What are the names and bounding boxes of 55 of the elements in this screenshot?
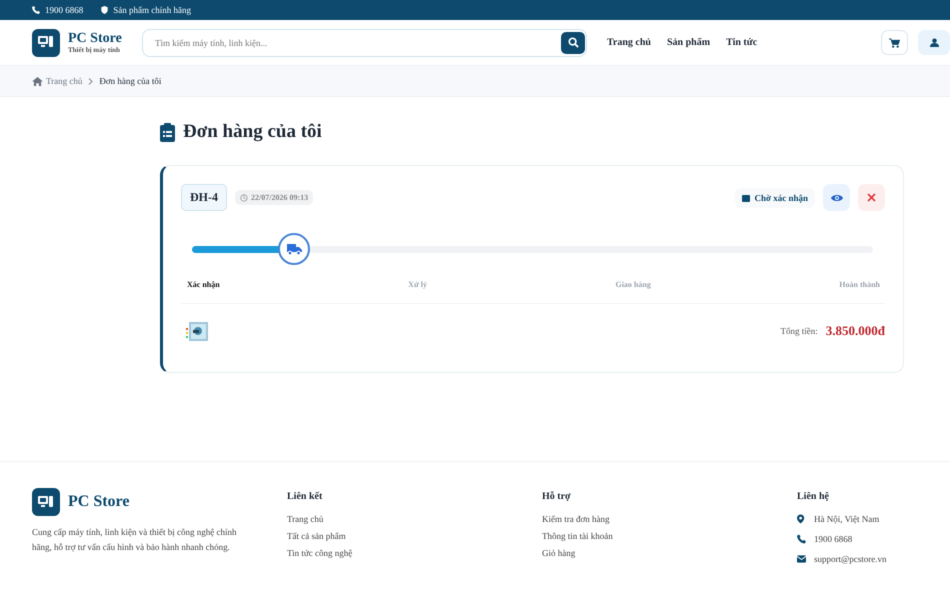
shield-icon: [101, 6, 108, 14]
page-title: Đơn hàng của tôi: [183, 121, 322, 143]
cart-icon: [889, 38, 900, 48]
footer-link[interactable]: Tin tức công nghệ: [287, 548, 542, 558]
phone-icon: [32, 6, 40, 14]
search-icon: [568, 37, 578, 48]
phone-icon: [797, 534, 806, 544]
envelope-icon: [797, 554, 806, 564]
pin-icon: [797, 514, 806, 524]
eye-icon: [830, 194, 842, 202]
contact-text: support@pcstore.vn: [814, 554, 887, 564]
brand-name: PC Store: [68, 493, 130, 511]
nav-link[interactable]: Sản phẩm: [667, 37, 710, 48]
chevron-icon: [88, 78, 94, 84]
status-badge: Chờ xác nhận: [734, 188, 815, 208]
breadcrumb-link[interactable]: Trang chủ: [32, 76, 82, 86]
footer-link[interactable]: Trang chủ: [287, 514, 542, 524]
about-text: Cung cấp máy tính, linh kiện và thiết bị công nghệ chính hãng, hỗ trợ tư vấn cấu hình và bảo hành nhanh chóng.: [32, 526, 238, 554]
cart-button[interactable]: [881, 30, 908, 55]
brand-name[interactable]: PC Store: [68, 31, 122, 46]
total-amount: 3.850.000đ: [826, 322, 885, 338]
clock-icon: [240, 194, 248, 202]
step-label: Xử lý: [408, 280, 427, 289]
close-icon: [867, 193, 876, 202]
contact-text: 1900 6868: [814, 534, 852, 544]
home-icon: [32, 76, 43, 86]
search-button[interactable]: [561, 32, 585, 54]
topbar-note: Sản phẩm chính hãng: [113, 5, 191, 15]
step-label: Hoàn thành: [839, 280, 880, 289]
footer-heading: Liên hệ: [797, 490, 830, 502]
total-label: Tổng tiền:: [780, 326, 818, 336]
step-label: Xác nhận: [187, 280, 220, 289]
contact-text: Hà Nội, Việt Nam: [814, 514, 880, 524]
account-button[interactable]: [918, 30, 950, 55]
order-time: 22/07/2026 09:13: [235, 190, 314, 205]
search-field[interactable]: Tìm kiếm máy tính, linh kiện...: [142, 28, 587, 56]
footer-link[interactable]: Thông tin tài khoản: [542, 531, 797, 541]
footer-heading: Liên kết: [287, 490, 324, 502]
nav-link[interactable]: Trang chủ: [607, 37, 651, 48]
order-code: ĐH-4: [181, 184, 227, 211]
footer-link[interactable]: Tất cả sản phẩm: [287, 531, 542, 541]
phone-number: 1900 6868: [45, 5, 84, 15]
step-label: Giao hàng: [615, 280, 651, 289]
user-icon: [930, 38, 938, 47]
breadcrumb-current: Đơn hàng của tôi: [99, 76, 162, 86]
cancel-button[interactable]: [858, 184, 885, 211]
logo-icon[interactable]: [32, 28, 60, 56]
footer-link[interactable]: Kiểm tra đơn hàng: [542, 514, 797, 524]
view-button[interactable]: [823, 184, 850, 211]
footer-link[interactable]: Giỏ hàng: [542, 548, 797, 558]
clipboard-icon: [160, 122, 175, 142]
footer-heading: Hỗ trợ: [542, 490, 572, 502]
calendar-icon: [742, 194, 750, 202]
logo-icon[interactable]: [32, 488, 60, 516]
nav-link[interactable]: Tin tức: [726, 37, 758, 48]
